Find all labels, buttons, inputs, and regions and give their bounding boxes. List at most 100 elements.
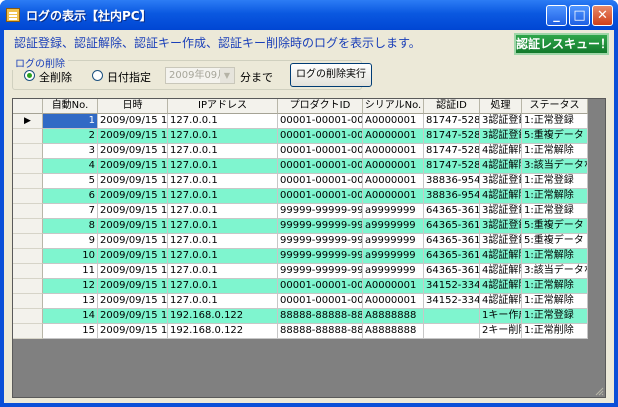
row-header[interactable] [13, 279, 43, 294]
cell-product-id[interactable]: 00001-00001-00001 [278, 129, 363, 144]
chevron-down-icon[interactable]: ▼ [220, 68, 234, 83]
column-header-auto-no[interactable]: 自動No. [43, 99, 98, 114]
cell-auth-id[interactable]: 64365-36144 [424, 234, 480, 249]
close-button[interactable]: ✕ [592, 5, 613, 26]
cell-process[interactable]: 4認証解除 [480, 159, 522, 174]
row-header[interactable] [13, 159, 43, 174]
cell-auth-id[interactable]: 64365-36144 [424, 204, 480, 219]
cell-ip-address[interactable]: 192.168.0.122 [168, 324, 278, 339]
cell-datetime[interactable]: 2009/09/15 14:39 [98, 204, 168, 219]
cell-serial-no[interactable]: A0000001 [363, 114, 424, 129]
cell-process[interactable]: 2キー削除 [480, 324, 522, 339]
cell-auto-no[interactable]: 9 [43, 234, 98, 249]
cell-process[interactable]: 3認証登録 [480, 114, 522, 129]
cell-auto-no[interactable]: 13 [43, 294, 98, 309]
cell-auto-no[interactable]: 10 [43, 249, 98, 264]
cell-serial-no[interactable]: A0000001 [363, 279, 424, 294]
cell-auto-no[interactable]: 14 [43, 309, 98, 324]
cell-auto-no[interactable]: 6 [43, 189, 98, 204]
cell-auth-id[interactable]: 38836-95483 [424, 189, 480, 204]
cell-status[interactable]: 1:正常解除 [522, 249, 588, 264]
radio-date-specified-label[interactable]: 日付指定 [107, 69, 151, 85]
cell-product-id[interactable]: 88888-88888-88888 [278, 324, 363, 339]
row-header[interactable]: ▶ [13, 114, 43, 129]
table-row[interactable]: 32009/09/15 11:03127.0.0.100001-00001-00… [13, 144, 605, 159]
cell-ip-address[interactable]: 127.0.0.1 [168, 144, 278, 159]
column-header-serial-no[interactable]: シリアルNo. [363, 99, 424, 114]
cell-ip-address[interactable]: 127.0.0.1 [168, 219, 278, 234]
cell-status[interactable]: 1:正常登録 [522, 114, 588, 129]
cell-auth-id[interactable]: 81747-52833 [424, 129, 480, 144]
cell-process[interactable]: 4認証解除 [480, 279, 522, 294]
cell-auto-no[interactable]: 3 [43, 144, 98, 159]
cell-product-id[interactable]: 00001-00001-00001 [278, 114, 363, 129]
cell-status[interactable]: 1:正常解除 [522, 144, 588, 159]
cell-auto-no[interactable]: 12 [43, 279, 98, 294]
cell-ip-address[interactable]: 127.0.0.1 [168, 174, 278, 189]
cell-serial-no[interactable]: a9999999 [363, 264, 424, 279]
minimize-button[interactable]: _ [546, 5, 567, 26]
column-header-ip-address[interactable]: IPアドレス [168, 99, 278, 114]
cell-datetime[interactable]: 2009/09/15 14:39 [98, 249, 168, 264]
cell-datetime[interactable]: 2009/09/15 11:03 [98, 129, 168, 144]
cell-ip-address[interactable]: 127.0.0.1 [168, 279, 278, 294]
cell-auth-id[interactable]: 81747-52833 [424, 114, 480, 129]
cell-auto-no[interactable]: 8 [43, 219, 98, 234]
cell-datetime[interactable]: 2009/09/15 11:03 [98, 114, 168, 129]
cell-datetime[interactable]: 2009/09/15 11:42 [98, 189, 168, 204]
cell-auto-no[interactable]: 7 [43, 204, 98, 219]
radio-date-specified[interactable] [92, 70, 103, 81]
table-row[interactable]: 132009/09/15 16:23127.0.0.100001-00001-0… [13, 294, 605, 309]
maximize-button[interactable]: □ [569, 5, 590, 26]
column-header-datetime[interactable]: 日時 [98, 99, 168, 114]
radio-delete-all-label[interactable]: 全削除 [39, 69, 72, 85]
column-header-status[interactable]: ステータス [522, 99, 588, 114]
cell-datetime[interactable]: 2009/09/15 16:39 [98, 324, 168, 339]
cell-product-id[interactable]: 00001-00001-00001 [278, 144, 363, 159]
cell-auth-id[interactable]: 34152-33474 [424, 279, 480, 294]
row-header[interactable] [13, 174, 43, 189]
column-header-product-id[interactable]: プロダクトID [278, 99, 363, 114]
cell-auto-no[interactable]: 4 [43, 159, 98, 174]
cell-ip-address[interactable]: 192.168.0.122 [168, 309, 278, 324]
table-row[interactable]: 92009/09/15 14:39127.0.0.199999-99999-99… [13, 234, 605, 249]
cell-status[interactable]: 5:重複データ [522, 219, 588, 234]
cell-process[interactable]: 4認証解除 [480, 294, 522, 309]
cell-serial-no[interactable]: A8888888 [363, 324, 424, 339]
cell-process[interactable]: 4認証解除 [480, 264, 522, 279]
cell-serial-no[interactable]: A0000001 [363, 174, 424, 189]
auth-rescue-button[interactable]: 認証レスキュー！ [514, 33, 612, 55]
radio-delete-all[interactable] [24, 70, 35, 81]
cell-ip-address[interactable]: 127.0.0.1 [168, 294, 278, 309]
table-row[interactable]: 72009/09/15 14:39127.0.0.199999-99999-99… [13, 204, 605, 219]
cell-serial-no[interactable]: a9999999 [363, 249, 424, 264]
cell-datetime[interactable]: 2009/09/15 14:39 [98, 234, 168, 249]
cell-ip-address[interactable]: 127.0.0.1 [168, 234, 278, 249]
cell-status[interactable]: 3:該当データなし [522, 264, 588, 279]
cell-process[interactable]: 3認証登録 [480, 234, 522, 249]
title-bar[interactable]: ログの表示【社内PC】 _ □ ✕ [0, 0, 618, 30]
row-header[interactable] [13, 234, 43, 249]
cell-process[interactable]: 4認証解除 [480, 144, 522, 159]
cell-ip-address[interactable]: 127.0.0.1 [168, 189, 278, 204]
table-row[interactable]: 152009/09/15 16:39192.168.0.12288888-888… [13, 324, 605, 339]
cell-auth-id[interactable]: 64365-36144 [424, 264, 480, 279]
table-row[interactable]: 82009/09/15 14:39127.0.0.199999-99999-99… [13, 219, 605, 234]
cell-auto-no[interactable]: 1 [43, 114, 98, 129]
cell-product-id[interactable]: 99999-99999-99999 [278, 234, 363, 249]
row-header[interactable] [13, 144, 43, 159]
table-row[interactable]: 62009/09/15 11:42127.0.0.100001-00001-00… [13, 189, 605, 204]
cell-ip-address[interactable]: 127.0.0.1 [168, 129, 278, 144]
cell-datetime[interactable]: 2009/09/15 14:39 [98, 264, 168, 279]
cell-auth-id[interactable]: 34152-33474 [424, 294, 480, 309]
cell-datetime[interactable]: 2009/09/15 11:41 [98, 174, 168, 189]
table-row[interactable]: 142009/09/15 16:39192.168.0.12288888-888… [13, 309, 605, 324]
cell-datetime[interactable]: 2009/09/15 16:23 [98, 279, 168, 294]
cell-serial-no[interactable]: A0000001 [363, 294, 424, 309]
table-row[interactable]: 112009/09/15 14:39127.0.0.199999-99999-9… [13, 264, 605, 279]
cell-status[interactable]: 3:該当データなし [522, 159, 588, 174]
cell-status[interactable]: 1:正常登録 [522, 204, 588, 219]
cell-auth-id[interactable]: 64365-36144 [424, 249, 480, 264]
table-row[interactable]: 102009/09/15 14:39127.0.0.199999-99999-9… [13, 249, 605, 264]
cell-ip-address[interactable]: 127.0.0.1 [168, 264, 278, 279]
